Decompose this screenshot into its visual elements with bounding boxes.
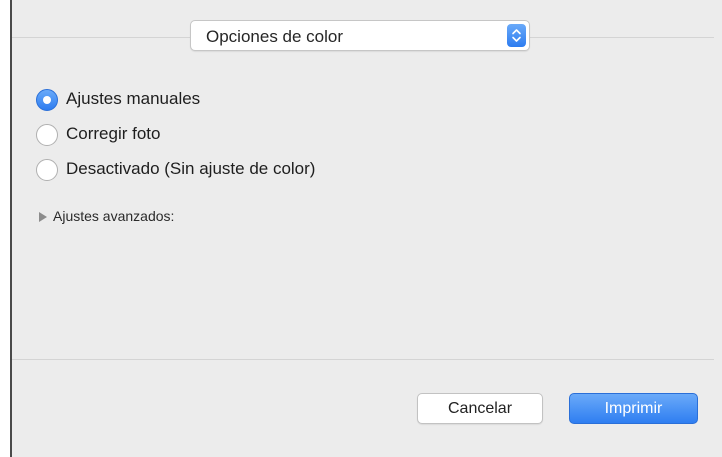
bottom-separator bbox=[12, 359, 714, 360]
popup-selected-label: Opciones de color bbox=[206, 27, 344, 46]
color-options-popup[interactable]: Opciones de color bbox=[190, 20, 530, 51]
disclosure-triangle-icon[interactable] bbox=[39, 212, 47, 222]
up-down-chevron-icon[interactable] bbox=[507, 24, 526, 47]
radio-unselected-icon[interactable] bbox=[36, 159, 58, 181]
radio-label: Corregir foto bbox=[66, 124, 161, 143]
radio-label: Desactivado (Sin ajuste de color) bbox=[66, 159, 316, 178]
radio-label: Ajustes manuales bbox=[66, 89, 201, 108]
advanced-settings-label: Ajustes avanzados: bbox=[53, 208, 175, 224]
color-options-dialog: Opciones de color Ajustes manuales Corre… bbox=[10, 0, 722, 457]
cancel-button[interactable]: Cancelar bbox=[417, 393, 543, 424]
radio-selected-icon[interactable] bbox=[36, 89, 58, 111]
print-button[interactable]: Imprimir bbox=[569, 393, 698, 424]
radio-unselected-icon[interactable] bbox=[36, 124, 58, 146]
